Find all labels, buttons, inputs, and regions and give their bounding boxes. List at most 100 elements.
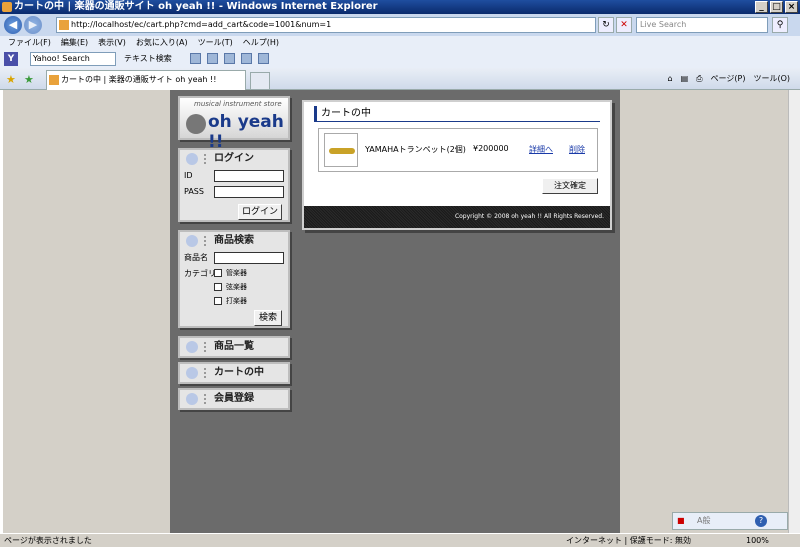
checkout-button[interactable]: 注文確定 [542,178,598,194]
wind-label: 管楽器 [226,269,247,277]
tab-bar: ★ ★ カートの中 | 楽器の通販サイト oh yeah !! ⌂ ▤ ⎙ ペー… [0,68,800,90]
login-button[interactable]: ログイン [238,204,282,220]
divider [204,154,206,164]
item-name: YAMAHAトランペット(2個) [365,145,466,154]
window-title-bar: カートの中 | 楽器の通販サイト oh yeah !! - Windows In… [0,0,800,14]
category-option: 打楽器 [180,294,288,308]
menu-favorites[interactable]: お気に入り(A) [136,36,188,50]
new-tab-button[interactable] [250,72,270,90]
add-favorite-icon[interactable]: ★ [24,73,34,86]
calendar-icon[interactable] [258,53,269,64]
tab-label: カートの中 | 楽器の通販サイト oh yeah !! [61,75,217,84]
page-menu[interactable]: ページ(P) [711,72,746,86]
url-text: http://localhost/ec/cart.php?cmd=add_car… [71,20,332,29]
address-bar: ◀ ▶ http://localhost/ec/cart.php?cmd=add… [0,14,800,36]
trumpet-icon [329,148,355,154]
percussion-checkbox[interactable] [214,297,222,305]
nav-register[interactable]: 会員登録 [178,388,290,410]
nav-product-list-label: 商品一覧 [214,341,254,352]
favorites-star-icon[interactable]: ★ [6,73,16,86]
vertical-scrollbar[interactable] [788,90,800,533]
refresh-icon[interactable]: ↻ [598,17,614,33]
page-favicon-icon [59,20,69,30]
divider [204,368,206,378]
divider [204,236,206,246]
stop-icon[interactable]: ✕ [616,17,632,33]
guitar-icon [186,114,206,134]
login-title: ログイン [214,153,254,164]
text-search-button[interactable]: テキスト検索 [124,52,172,66]
menu-edit[interactable]: 編集(E) [61,36,88,50]
feed-icon[interactable]: ▤ [681,72,689,86]
cart-title: カートの中 [314,106,600,122]
wind-checkbox[interactable] [214,269,222,277]
logo-name: oh yeah !! [208,112,284,152]
tab-cart[interactable]: カートの中 | 楽器の通販サイト oh yeah !! [46,70,246,90]
menu-help[interactable]: ヘルプ(H) [243,36,279,50]
category-option: 弦楽器 [180,280,288,294]
password-input[interactable] [214,186,284,198]
command-bar: ⌂ ▤ ⎙ ページ(P) ツール(O) [668,72,791,86]
divider [204,342,206,352]
user-icon [186,153,198,165]
mail-icon[interactable] [224,53,235,64]
menu-file[interactable]: ファイル(F) [8,36,51,50]
tab-favicon-icon [49,75,59,85]
ime-bar: ■ A般 ? [672,512,788,530]
news-icon[interactable] [207,53,218,64]
cart-panel: カートの中 YAMAHAトランペット(2個) ¥200000 詳細へ 削除 注文… [302,100,612,230]
category-option: 管楽器 [180,266,288,280]
percussion-label: 打楽器 [226,297,247,305]
zoom-level[interactable]: 100% [746,534,769,547]
print-icon[interactable]: ⎙ [696,72,702,86]
login-header: ログイン [180,150,288,168]
ie-icon [2,2,12,12]
site-footer: Copyright © 2008 oh yeah !! All Rights R… [304,206,610,228]
maximize-button[interactable]: □ [770,1,783,13]
binoculars-icon[interactable] [190,53,201,64]
status-text: ページが表示されました [4,536,92,545]
item-detail-link[interactable]: 詳細へ [529,144,553,155]
product-name-label: 商品名 [184,253,208,262]
ime-icon[interactable]: ■ [677,513,685,529]
menu-view[interactable]: 表示(V) [98,36,126,50]
url-input[interactable]: http://localhost/ec/cart.php?cmd=add_car… [56,17,596,33]
folder-icon[interactable] [241,53,252,64]
status-bar: ページが表示されました インターネット | 保護モード: 無効 100% [0,533,800,547]
person-icon [186,393,198,405]
yahoo-search-input[interactable]: Yahoo! Search [30,52,116,66]
magnifier-icon [186,235,198,247]
search-icon[interactable]: ⚲ [772,17,788,33]
menu-tools[interactable]: ツール(T) [198,36,233,50]
minimize-button[interactable]: _ [755,1,768,13]
forward-icon[interactable]: ▶ [24,16,42,34]
item-delete-link[interactable]: 削除 [569,144,585,155]
yahoo-logo-icon[interactable]: Y [4,52,18,66]
search-button[interactable]: 検索 [254,310,282,326]
help-icon[interactable]: ? [755,515,767,527]
nav-cart[interactable]: カートの中 [178,362,290,384]
item-price: ¥200000 [473,144,509,153]
nav-product-list-head: 商品一覧 [180,338,288,356]
window-title: カートの中 | 楽器の通販サイト oh yeah !! - Windows In… [14,1,378,12]
product-name-row: 商品名 [180,250,288,266]
home-icon[interactable]: ⌂ [668,72,673,86]
nav-product-list[interactable]: 商品一覧 [178,336,290,358]
tools-menu[interactable]: ツール(O) [753,72,790,86]
live-search-input[interactable]: Live Search [636,17,768,33]
ime-mode[interactable]: A般 [697,513,710,529]
back-icon[interactable]: ◀ [4,16,22,34]
id-input[interactable] [214,170,284,182]
product-name-input[interactable] [214,252,284,264]
search-header: 商品検索 [180,232,288,250]
left-gutter [0,90,170,533]
string-checkbox[interactable] [214,283,222,291]
yahoo-toolbar: Y Yahoo! Search テキスト検索 [0,50,800,68]
menu-bar: ファイル(F) 編集(E) 表示(V) お気に入り(A) ツール(T) ヘルプ(… [0,36,800,50]
copyright-text: Copyright © 2008 oh yeah !! All Rights R… [454,213,604,220]
site-page: musical instrument store oh yeah !! ログイン… [170,90,620,533]
site-logo[interactable]: musical instrument store oh yeah !! [178,96,290,152]
id-label: ID [184,171,193,180]
close-button[interactable]: × [785,1,798,13]
trumpet-thumbnail [324,133,358,167]
